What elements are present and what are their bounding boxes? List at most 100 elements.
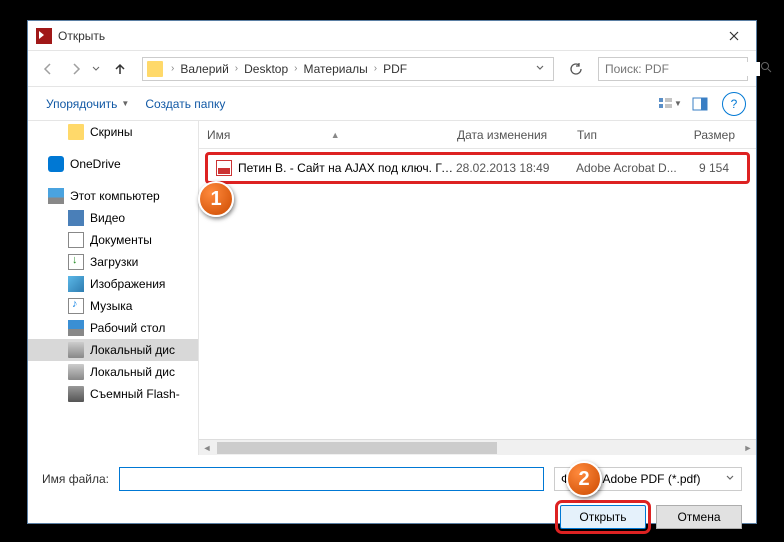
sidebar-item-label: Документы <box>90 233 152 247</box>
sidebar-item-label: Локальный дис <box>90 365 175 379</box>
help-icon: ? <box>731 97 738 111</box>
up-button[interactable] <box>108 57 132 81</box>
preview-pane-icon <box>692 97 708 111</box>
scroll-right-button[interactable]: ► <box>740 440 756 456</box>
sidebar-item-label: Скрины <box>90 125 133 139</box>
arrow-right-icon <box>69 62 83 76</box>
breadcrumb-item[interactable]: PDF <box>381 62 409 76</box>
chevron-right-icon: › <box>290 63 301 74</box>
sidebar-item[interactable]: Рабочий стол <box>28 317 198 339</box>
app-icon <box>36 28 52 44</box>
docs-icon <box>68 232 84 248</box>
col-type[interactable]: Тип <box>569 128 679 142</box>
scroll-thumb[interactable] <box>217 442 497 454</box>
sidebar-item[interactable]: Локальный дис <box>28 339 198 361</box>
pc-icon <box>48 188 64 204</box>
breadcrumb-item[interactable]: Материалы <box>302 62 370 76</box>
images-icon <box>68 276 84 292</box>
nav-row: › Валерий › Desktop › Материалы › PDF <box>28 51 756 87</box>
column-headers: Имя▲ Дата изменения Тип Размер <box>199 121 756 149</box>
sidebar-item[interactable]: OneDrive <box>28 153 198 175</box>
sidebar-item-label: Видео <box>90 211 125 225</box>
breadcrumb-dropdown[interactable] <box>531 62 549 76</box>
sidebar-item[interactable]: Документы <box>28 229 198 251</box>
sidebar-item[interactable]: Этот компьютер <box>28 185 198 207</box>
sidebar-item[interactable]: Изображения <box>28 273 198 295</box>
chevron-right-icon: › <box>231 63 242 74</box>
search-box[interactable] <box>598 57 748 81</box>
chevron-right-icon: › <box>370 63 381 74</box>
file-date: 28.02.2013 18:49 <box>456 161 576 175</box>
sidebar: Скрины OneDrive Этот компьютер Видео Докумен… <box>28 121 198 455</box>
history-dropdown[interactable] <box>92 62 104 76</box>
disk-icon <box>68 364 84 380</box>
file-list: Петин В. - Сайт на AJAX под ключ. Гот...… <box>199 149 756 439</box>
new-folder-label: Создать папку <box>145 97 225 111</box>
music-icon <box>68 298 84 314</box>
filename-row: Имя файла: Файлы Adobe PDF (*.pdf) <box>42 467 742 491</box>
col-date[interactable]: Дата изменения <box>449 128 569 142</box>
chevron-down-icon: ▼ <box>674 99 682 108</box>
disk-icon <box>68 342 84 358</box>
filename-input[interactable] <box>119 467 544 491</box>
close-button[interactable] <box>711 21 756 51</box>
refresh-button[interactable] <box>564 57 588 81</box>
help-button[interactable]: ? <box>722 92 746 116</box>
breadcrumb[interactable]: › Валерий › Desktop › Материалы › PDF <box>142 57 554 81</box>
list-view-icon <box>658 97 674 111</box>
file-row[interactable]: Петин В. - Сайт на AJAX под ключ. Гот...… <box>205 152 750 184</box>
flash-icon <box>68 386 84 402</box>
pdf-file-icon <box>216 160 232 176</box>
sidebar-item-label: Музыка <box>90 299 132 313</box>
sidebar-item[interactable]: Музыка <box>28 295 198 317</box>
downloads-icon <box>68 254 84 270</box>
col-size[interactable]: Размер <box>679 128 756 142</box>
forward-button[interactable] <box>64 57 88 81</box>
preview-pane-button[interactable] <box>686 92 714 116</box>
file-name: Петин В. - Сайт на AJAX под ключ. Гот... <box>238 161 456 175</box>
chevron-right-icon: › <box>167 63 178 74</box>
sidebar-item[interactable]: Съемный Flash- <box>28 383 198 405</box>
footer: Имя файла: Файлы Adobe PDF (*.pdf) Откры… <box>28 455 756 541</box>
breadcrumb-item[interactable]: Валерий <box>178 62 230 76</box>
refresh-icon <box>569 62 583 76</box>
body: Скрины OneDrive Этот компьютер Видео Докумен… <box>28 121 756 455</box>
sidebar-item-label: Загрузки <box>90 255 138 269</box>
view-mode-button[interactable]: ▼ <box>656 92 684 116</box>
organize-button[interactable]: Упорядочить ▼ <box>38 93 137 115</box>
breadcrumb-item[interactable]: Desktop <box>242 62 290 76</box>
folder-icon <box>68 124 84 140</box>
titlebar: Открыть <box>28 21 756 51</box>
sidebar-item[interactable]: Видео <box>28 207 198 229</box>
file-size: 9 154 <box>686 161 747 175</box>
annotation-callout-2: 2 <box>566 461 602 497</box>
back-button[interactable] <box>36 57 60 81</box>
horizontal-scrollbar[interactable]: ◄ ► <box>199 439 756 455</box>
sidebar-item[interactable]: Скрины <box>28 121 198 143</box>
sidebar-item-label: Этот компьютер <box>70 189 160 203</box>
sidebar-item-label: Рабочий стол <box>90 321 165 335</box>
organize-label: Упорядочить <box>46 97 117 111</box>
search-icon <box>760 61 772 76</box>
new-folder-button[interactable]: Создать папку <box>137 93 233 115</box>
col-name[interactable]: Имя▲ <box>199 128 449 142</box>
cancel-button[interactable]: Отмена <box>656 505 742 529</box>
filename-label: Имя файла: <box>42 472 109 486</box>
sidebar-item[interactable]: Локальный дис <box>28 361 198 383</box>
sidebar-item-label: Изображения <box>90 277 165 291</box>
onedrive-icon <box>48 156 64 172</box>
scroll-left-button[interactable]: ◄ <box>199 440 215 456</box>
arrow-left-icon <box>41 62 55 76</box>
sidebar-item[interactable]: Загрузки <box>28 251 198 273</box>
arrow-up-icon <box>113 62 127 76</box>
open-button[interactable]: Открыть <box>560 505 646 529</box>
sort-asc-icon: ▲ <box>331 130 340 140</box>
chevron-down-icon <box>92 65 100 73</box>
open-dialog: Открыть › Валерий › Desktop › Материалы … <box>27 20 757 524</box>
video-icon <box>68 210 84 226</box>
search-input[interactable] <box>605 62 760 76</box>
sidebar-item-label: Съемный Flash- <box>90 387 180 401</box>
window-title: Открыть <box>58 29 711 43</box>
chevron-down-icon: ▼ <box>121 99 129 108</box>
desktop-icon <box>68 320 84 336</box>
